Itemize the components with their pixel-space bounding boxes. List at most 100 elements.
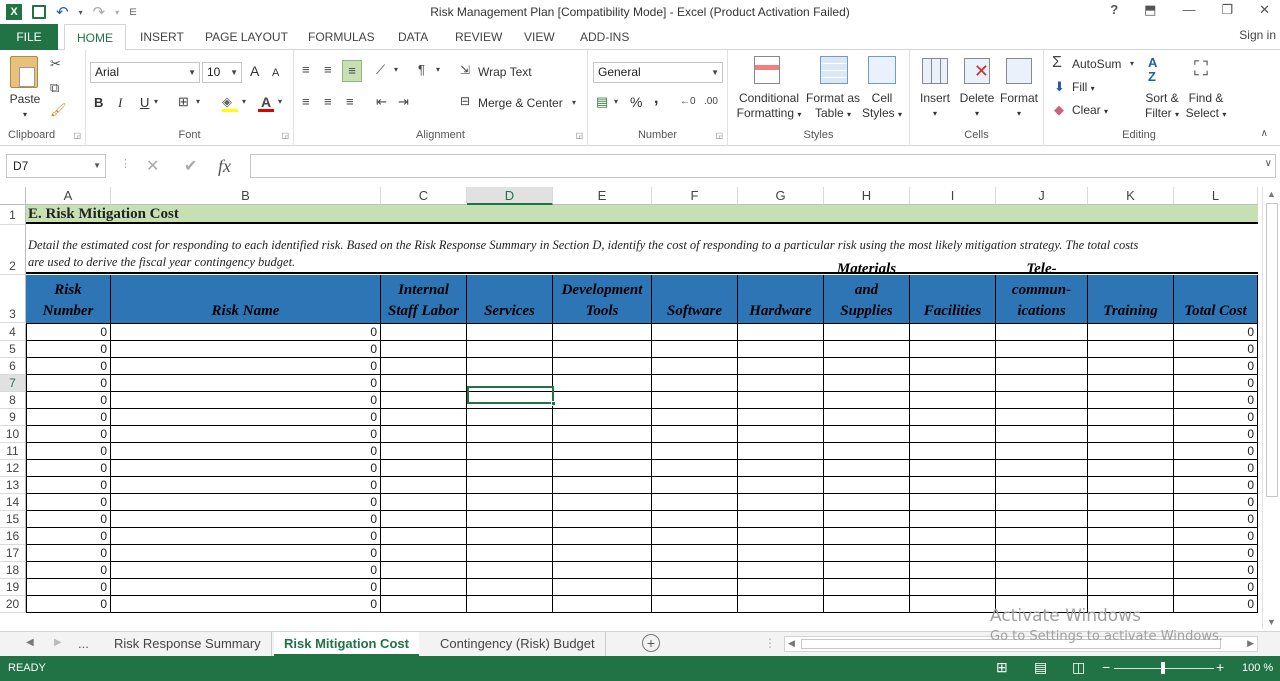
cell-e15[interactable] (553, 511, 652, 528)
cell-f20[interactable] (652, 596, 738, 613)
cell-e7[interactable] (553, 375, 652, 392)
normal-view-icon[interactable]: ⊞ (996, 659, 1008, 676)
cell-c17[interactable] (381, 545, 467, 562)
cell-i5[interactable] (910, 341, 996, 358)
tab-file[interactable]: FILE (0, 24, 58, 50)
scroll-sheets-left-icon[interactable]: ◀ (26, 637, 34, 648)
cell-g15[interactable] (738, 511, 824, 528)
percent-button[interactable]: % (630, 95, 642, 110)
cell-e5[interactable] (553, 341, 652, 358)
delete-cells-icon[interactable]: ✕ (964, 58, 990, 84)
cell-a12[interactable]: 0 (26, 460, 111, 477)
delete-cells-button[interactable]: Delete ▾ (956, 91, 998, 121)
cell-g8[interactable] (738, 392, 824, 409)
cell-f10[interactable] (652, 426, 738, 443)
merge-center-icon[interactable]: ⊟ (460, 94, 470, 108)
header-cell-b[interactable]: Risk Name (111, 275, 381, 323)
cell-c9[interactable] (381, 409, 467, 426)
decrease-decimal-icon[interactable]: .00 (704, 96, 718, 107)
collapse-ribbon-icon[interactable]: ∧ (1261, 128, 1268, 139)
sheet-tab-risk-mitigation-cost[interactable]: Risk Mitigation Cost (274, 632, 419, 657)
cell-h19[interactable] (824, 579, 910, 596)
cell-l11[interactable]: 0 (1174, 443, 1258, 460)
scroll-left-icon[interactable]: ◀ (788, 638, 795, 649)
cell-a11[interactable]: 0 (26, 443, 111, 460)
tab-add-ins[interactable]: ADD-INS (580, 24, 629, 50)
cell-a20[interactable]: 0 (26, 596, 111, 613)
cell-f4[interactable] (652, 324, 738, 341)
cell-c20[interactable] (381, 596, 467, 613)
header-cell-g[interactable]: Hardware (738, 275, 824, 323)
borders-icon[interactable]: ⊞ (178, 94, 189, 110)
cell-j4[interactable] (996, 324, 1088, 341)
header-cell-h[interactable]: Materials and Supplies (824, 261, 910, 323)
column-header-k[interactable]: K (1088, 187, 1174, 205)
orientation-icon[interactable]: ⟋ (376, 62, 385, 78)
fill-button[interactable]: Fill ▾ (1072, 80, 1095, 96)
cell-k16[interactable] (1088, 528, 1174, 545)
cell-f7[interactable] (652, 375, 738, 392)
autosum-icon[interactable]: Σ (1052, 54, 1062, 72)
row-header-6[interactable]: 6 (0, 358, 26, 375)
paste-icon[interactable] (10, 56, 38, 88)
format-painter-icon[interactable]: 🖌 (50, 102, 67, 118)
cell-i19[interactable] (910, 579, 996, 596)
cell-k6[interactable] (1088, 358, 1174, 375)
cell-i4[interactable] (910, 324, 996, 341)
formula-input[interactable] (250, 154, 1276, 178)
cell-g20[interactable] (738, 596, 824, 613)
cell-b7[interactable]: 0 (111, 375, 381, 392)
cell-f12[interactable] (652, 460, 738, 477)
cell-d15[interactable] (467, 511, 553, 528)
cell-g5[interactable] (738, 341, 824, 358)
cell-k10[interactable] (1088, 426, 1174, 443)
zoom-level[interactable]: 100 % (1242, 662, 1273, 674)
tab-data[interactable]: DATA (398, 24, 428, 50)
scroll-right-icon[interactable]: ▶ (1247, 638, 1254, 649)
insert-cells-icon[interactable] (922, 58, 948, 84)
cell-b10[interactable]: 0 (111, 426, 381, 443)
cut-icon[interactable]: ✂ (50, 56, 61, 72)
cell-f14[interactable] (652, 494, 738, 511)
cell-a9[interactable]: 0 (26, 409, 111, 426)
cell-e12[interactable] (553, 460, 652, 477)
wrap-text-button[interactable]: Wrap Text (478, 65, 532, 80)
autosum-button[interactable]: AutoSum (1072, 57, 1121, 72)
cell-f8[interactable] (652, 392, 738, 409)
cell-f5[interactable] (652, 341, 738, 358)
cell-c4[interactable] (381, 324, 467, 341)
cell-d11[interactable] (467, 443, 553, 460)
row-header-5[interactable]: 5 (0, 341, 26, 358)
vertical-scroll-thumb[interactable] (1266, 203, 1278, 497)
cell-k14[interactable] (1088, 494, 1174, 511)
cell-h8[interactable] (824, 392, 910, 409)
column-header-i[interactable]: I (910, 187, 996, 205)
cell-b13[interactable]: 0 (111, 477, 381, 494)
cell-j16[interactable] (996, 528, 1088, 545)
header-cell-e[interactable]: Development Tools (553, 275, 652, 323)
column-header-j[interactable]: J (996, 187, 1088, 205)
cell-h16[interactable] (824, 528, 910, 545)
cell-g18[interactable] (738, 562, 824, 579)
italic-button[interactable]: I (118, 95, 122, 110)
cell-l14[interactable]: 0 (1174, 494, 1258, 511)
cell-i9[interactable] (910, 409, 996, 426)
conditional-formatting-button[interactable]: Conditional Formatting ▾ (732, 91, 806, 122)
cell-l5[interactable]: 0 (1174, 341, 1258, 358)
cell-l19[interactable]: 0 (1174, 579, 1258, 596)
cell-b16[interactable]: 0 (111, 528, 381, 545)
cell-g13[interactable] (738, 477, 824, 494)
row-header-15[interactable]: 15 (0, 511, 26, 528)
font-color-icon[interactable]: A (258, 94, 274, 112)
alignment-launcher-icon[interactable]: ◲ (575, 131, 583, 140)
row-header-4[interactable]: 4 (0, 324, 26, 341)
section-title-cell[interactable]: E. Risk Mitigation Cost (26, 205, 1258, 224)
cell-f17[interactable] (652, 545, 738, 562)
cell-j10[interactable] (996, 426, 1088, 443)
decrease-indent-icon[interactable]: ⇤ (376, 94, 387, 110)
cell-f15[interactable] (652, 511, 738, 528)
cell-k13[interactable] (1088, 477, 1174, 494)
format-cells-button[interactable]: Format ▾ (998, 91, 1040, 121)
accounting-format-icon[interactable]: ▤ (596, 94, 608, 110)
comma-button[interactable]: , (654, 91, 658, 107)
